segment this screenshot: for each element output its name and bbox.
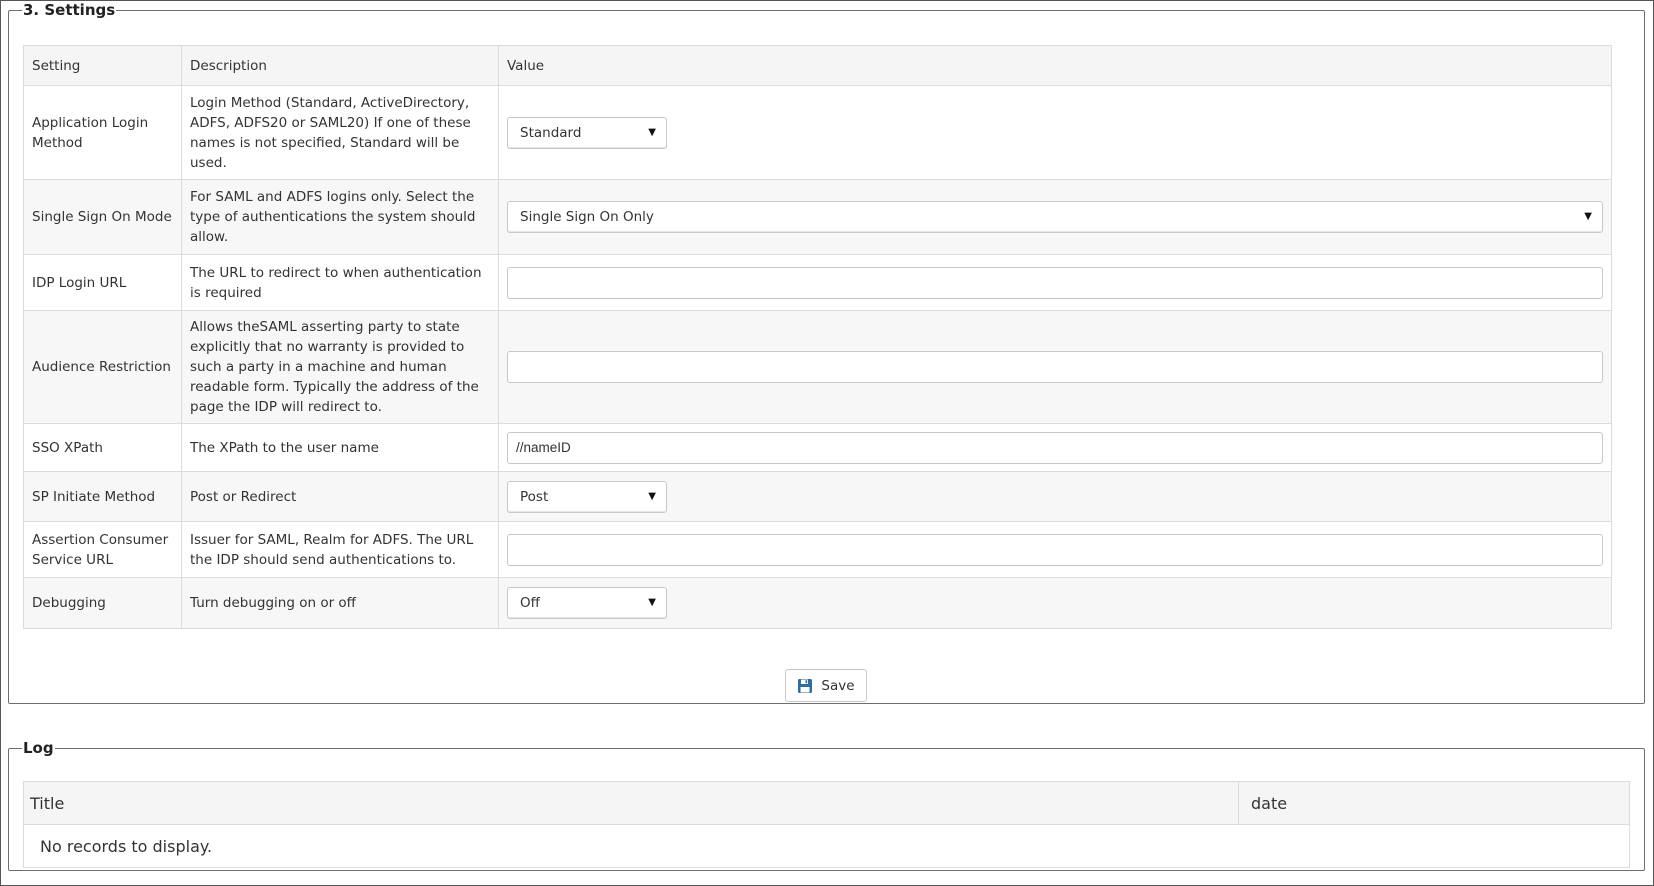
floppy-disk-icon xyxy=(798,678,813,693)
setting-description: Post or Redirect xyxy=(181,471,499,522)
save-button-label: Save xyxy=(821,677,855,694)
column-header-value: Value xyxy=(498,45,1612,86)
setting-name: Application Login Method xyxy=(23,85,182,180)
setting-name: Assertion Consumer Service URL xyxy=(23,521,182,578)
setting-description: The XPath to the user name xyxy=(181,423,499,472)
chevron-down-icon: ▼ xyxy=(648,126,656,138)
column-header-setting: Setting xyxy=(23,45,182,86)
no-records-message: No records to display. xyxy=(23,824,1630,868)
settings-legend: 3. Settings xyxy=(23,1,116,19)
setting-name: Audience Restriction xyxy=(23,310,182,424)
sso-mode-selected-value: Single Sign On Only xyxy=(520,209,654,225)
column-header-title[interactable]: Title xyxy=(23,781,1239,825)
debugging-selected-value: Off xyxy=(520,595,540,611)
log-grid: Title date No records to display. xyxy=(23,781,1630,868)
sso-xpath-input[interactable] xyxy=(507,431,1603,464)
setting-description: The URL to redirect to when authenticati… xyxy=(181,254,499,311)
login-method-selected-value: Standard xyxy=(520,124,582,141)
setting-description: Issuer for SAML, Realm for ADFS. The URL… xyxy=(181,521,499,578)
setting-name: SP Initiate Method xyxy=(23,471,182,522)
chevron-down-icon: ▼ xyxy=(1584,211,1592,222)
setting-value-cell: Off ▼ xyxy=(498,577,1612,629)
setting-value-cell xyxy=(498,254,1612,311)
setting-row-application-login-method: Application Login Method Login Method (S… xyxy=(23,85,1612,180)
setting-description: Turn debugging on or off xyxy=(181,577,499,629)
setting-description: Allows theSAML asserting party to state … xyxy=(181,310,499,424)
chevron-down-icon: ▼ xyxy=(648,490,656,502)
log-section: Log Title date No records to display. xyxy=(8,739,1645,871)
settings-section: 3. Settings Setting Description Value Ap… xyxy=(8,1,1645,704)
setting-row-assertion-consumer-service-url: Assertion Consumer Service URL Issuer fo… xyxy=(23,521,1612,578)
setting-row-sp-initiate-method: SP Initiate Method Post or Redirect Post… xyxy=(23,471,1612,522)
setting-row-sso-xpath: SSO XPath The XPath to the user name xyxy=(23,423,1612,472)
setting-value-cell xyxy=(498,521,1612,578)
setting-name: SSO XPath xyxy=(23,423,182,472)
setting-name: IDP Login URL xyxy=(23,254,182,311)
idp-login-url-input[interactable] xyxy=(507,266,1603,299)
sso-mode-select[interactable]: Single Sign On Only ▼ xyxy=(507,201,1603,233)
setting-row-audience-restriction: Audience Restriction Allows theSAML asse… xyxy=(23,310,1612,424)
setting-description: For SAML and ADFS logins only. Select th… xyxy=(181,179,499,255)
login-method-select[interactable]: Standard ▼ xyxy=(507,116,667,149)
log-legend: Log xyxy=(23,739,54,757)
setting-row-single-sign-on-mode: Single Sign On Mode For SAML and ADFS lo… xyxy=(23,179,1612,255)
setting-row-debugging: Debugging Turn debugging on or off Off ▼ xyxy=(23,577,1612,629)
chevron-down-icon: ▼ xyxy=(648,597,656,608)
settings-table: Setting Description Value Application Lo… xyxy=(23,45,1612,629)
setting-value-cell xyxy=(498,423,1612,472)
log-empty-row: No records to display. xyxy=(23,824,1630,868)
sp-initiate-method-selected-value: Post xyxy=(520,488,549,505)
setting-value-cell xyxy=(498,310,1612,424)
column-header-date[interactable]: date xyxy=(1238,781,1630,825)
setting-value-cell: Single Sign On Only ▼ xyxy=(498,179,1612,255)
log-header-row: Title date xyxy=(23,781,1630,825)
column-header-description: Description xyxy=(181,45,499,86)
setting-row-idp-login-url: IDP Login URL The URL to redirect to whe… xyxy=(23,254,1612,311)
setting-name: Single Sign On Mode xyxy=(23,179,182,255)
debugging-select[interactable]: Off ▼ xyxy=(507,587,667,619)
assertion-consumer-service-url-input[interactable] xyxy=(507,533,1603,566)
setting-name: Debugging xyxy=(23,577,182,629)
save-button[interactable]: Save xyxy=(785,669,867,702)
setting-value-cell: Post ▼ xyxy=(498,471,1612,522)
sp-initiate-method-select[interactable]: Post ▼ xyxy=(507,480,667,513)
settings-header-row: Setting Description Value xyxy=(23,45,1612,86)
setting-description: Login Method (Standard, ActiveDirectory,… xyxy=(181,85,499,180)
audience-restriction-input[interactable] xyxy=(507,351,1603,383)
setting-value-cell: Standard ▼ xyxy=(498,85,1612,180)
